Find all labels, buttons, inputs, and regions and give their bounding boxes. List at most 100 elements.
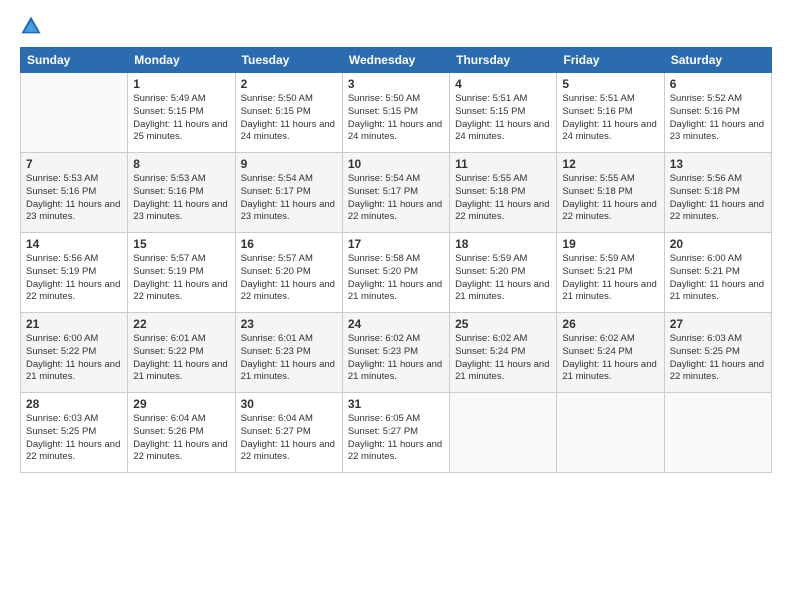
calendar-header-row: SundayMondayTuesdayWednesdayThursdayFrid… (21, 48, 772, 73)
calendar-day-cell: 26 Sunrise: 6:02 AMSunset: 5:24 PMDayligh… (557, 313, 664, 393)
day-number: 25 (455, 317, 551, 331)
weekday-header: Saturday (664, 48, 771, 73)
day-info: Sunrise: 5:56 AMSunset: 5:19 PMDaylight:… (26, 253, 122, 304)
day-info: Sunrise: 6:01 AMSunset: 5:22 PMDaylight:… (133, 333, 229, 384)
calendar-table: SundayMondayTuesdayWednesdayThursdayFrid… (20, 47, 772, 473)
calendar-week-row: 1Sunrise: 5:49 AMSunset: 5:15 PMDaylight… (21, 73, 772, 153)
weekday-header: Thursday (450, 48, 557, 73)
calendar-day-cell: 6 Sunrise: 5:52 AMSunset: 5:16 PMDaylight… (664, 73, 771, 153)
weekday-header: Tuesday (235, 48, 342, 73)
calendar-week-row: 14 Sunrise: 5:56 AMSunset: 5:19 PMDayligh… (21, 233, 772, 313)
day-number: 27 (670, 317, 766, 331)
day-info: Sunrise: 6:03 AMSunset: 5:25 PMDaylight:… (670, 333, 766, 384)
day-info: Sunrise: 5:55 AMSunset: 5:18 PMDaylight:… (562, 173, 658, 224)
day-info: Sunrise: 5:50 AMSunset: 5:15 PMDaylight:… (348, 93, 444, 144)
day-info: Sunrise: 6:05 AMSunset: 5:27 PMDaylight:… (348, 413, 444, 464)
calendar-day-cell (664, 393, 771, 473)
day-number: 20 (670, 237, 766, 251)
day-number: 15 (133, 237, 229, 251)
day-number: 17 (348, 237, 444, 251)
calendar-day-cell: 27 Sunrise: 6:03 AMSunset: 5:25 PMDayligh… (664, 313, 771, 393)
day-info: Sunrise: 6:02 AMSunset: 5:24 PMDaylight:… (455, 333, 551, 384)
calendar-day-cell: 9 Sunrise: 5:54 AMSunset: 5:17 PMDaylight… (235, 153, 342, 233)
calendar-week-row: 21 Sunrise: 6:00 AMSunset: 5:22 PMDayligh… (21, 313, 772, 393)
day-number: 21 (26, 317, 122, 331)
day-info: Sunrise: 5:54 AMSunset: 5:17 PMDaylight:… (241, 173, 337, 224)
day-info: Sunrise: 5:53 AMSunset: 5:16 PMDaylight:… (26, 173, 122, 224)
day-number: 3 (348, 77, 444, 91)
day-info: Sunrise: 5:49 AMSunset: 5:15 PMDaylight:… (133, 93, 229, 144)
calendar-day-cell: 21 Sunrise: 6:00 AMSunset: 5:22 PMDayligh… (21, 313, 128, 393)
day-number: 7 (26, 157, 122, 171)
day-number: 16 (241, 237, 337, 251)
weekday-header: Sunday (21, 48, 128, 73)
day-number: 8 (133, 157, 229, 171)
day-number: 26 (562, 317, 658, 331)
day-number: 5 (562, 77, 658, 91)
calendar-day-cell: 1Sunrise: 5:49 AMSunset: 5:15 PMDaylight… (128, 73, 235, 153)
calendar-day-cell: 18 Sunrise: 5:59 AMSunset: 5:20 PMDayligh… (450, 233, 557, 313)
calendar-day-cell: 20 Sunrise: 6:00 AMSunset: 5:21 PMDayligh… (664, 233, 771, 313)
day-info: Sunrise: 5:51 AMSunset: 5:16 PMDaylight:… (562, 93, 658, 144)
day-number: 4 (455, 77, 551, 91)
calendar-day-cell: 22 Sunrise: 6:01 AMSunset: 5:22 PMDayligh… (128, 313, 235, 393)
day-info: Sunrise: 5:57 AMSunset: 5:19 PMDaylight:… (133, 253, 229, 304)
day-number: 24 (348, 317, 444, 331)
logo (20, 15, 46, 37)
calendar-day-cell (450, 393, 557, 473)
day-number: 14 (26, 237, 122, 251)
calendar-day-cell: 16 Sunrise: 5:57 AMSunset: 5:20 PMDayligh… (235, 233, 342, 313)
day-number: 10 (348, 157, 444, 171)
weekday-header: Monday (128, 48, 235, 73)
day-info: Sunrise: 6:02 AMSunset: 5:24 PMDaylight:… (562, 333, 658, 384)
day-info: Sunrise: 5:52 AMSunset: 5:16 PMDaylight:… (670, 93, 766, 144)
day-info: Sunrise: 6:03 AMSunset: 5:25 PMDaylight:… (26, 413, 122, 464)
calendar-day-cell: 5 Sunrise: 5:51 AMSunset: 5:16 PMDaylight… (557, 73, 664, 153)
day-number: 13 (670, 157, 766, 171)
day-info: Sunrise: 6:00 AMSunset: 5:21 PMDaylight:… (670, 253, 766, 304)
day-number: 22 (133, 317, 229, 331)
day-number: 9 (241, 157, 337, 171)
weekday-header: Wednesday (342, 48, 449, 73)
day-number: 18 (455, 237, 551, 251)
calendar-day-cell: 8 Sunrise: 5:53 AMSunset: 5:16 PMDaylight… (128, 153, 235, 233)
day-info: Sunrise: 6:04 AMSunset: 5:26 PMDaylight:… (133, 413, 229, 464)
day-number: 6 (670, 77, 766, 91)
day-info: Sunrise: 5:57 AMSunset: 5:20 PMDaylight:… (241, 253, 337, 304)
weekday-header: Friday (557, 48, 664, 73)
day-info: Sunrise: 5:59 AMSunset: 5:21 PMDaylight:… (562, 253, 658, 304)
day-number: 11 (455, 157, 551, 171)
day-number: 19 (562, 237, 658, 251)
day-number: 28 (26, 397, 122, 411)
day-info: Sunrise: 5:51 AMSunset: 5:15 PMDaylight:… (455, 93, 551, 144)
calendar-day-cell: 13 Sunrise: 5:56 AMSunset: 5:18 PMDayligh… (664, 153, 771, 233)
day-info: Sunrise: 6:00 AMSunset: 5:22 PMDaylight:… (26, 333, 122, 384)
logo-icon (20, 15, 42, 37)
day-info: Sunrise: 6:02 AMSunset: 5:23 PMDaylight:… (348, 333, 444, 384)
calendar-day-cell: 25 Sunrise: 6:02 AMSunset: 5:24 PMDayligh… (450, 313, 557, 393)
day-info: Sunrise: 5:50 AMSunset: 5:15 PMDaylight:… (241, 93, 337, 144)
day-info: Sunrise: 5:59 AMSunset: 5:20 PMDaylight:… (455, 253, 551, 304)
day-number: 2 (241, 77, 337, 91)
calendar-day-cell: 23 Sunrise: 6:01 AMSunset: 5:23 PMDayligh… (235, 313, 342, 393)
day-info: Sunrise: 5:53 AMSunset: 5:16 PMDaylight:… (133, 173, 229, 224)
calendar-day-cell: 28 Sunrise: 6:03 AMSunset: 5:25 PMDayligh… (21, 393, 128, 473)
page: SundayMondayTuesdayWednesdayThursdayFrid… (0, 0, 792, 612)
calendar-day-cell: 12Sunrise: 5:55 AMSunset: 5:18 PMDayligh… (557, 153, 664, 233)
day-info: Sunrise: 5:58 AMSunset: 5:20 PMDaylight:… (348, 253, 444, 304)
calendar-day-cell: 3 Sunrise: 5:50 AMSunset: 5:15 PMDaylight… (342, 73, 449, 153)
calendar-day-cell: 19 Sunrise: 5:59 AMSunset: 5:21 PMDayligh… (557, 233, 664, 313)
day-info: Sunrise: 5:56 AMSunset: 5:18 PMDaylight:… (670, 173, 766, 224)
calendar-day-cell: 30Sunrise: 6:04 AMSunset: 5:27 PMDayligh… (235, 393, 342, 473)
day-info: Sunrise: 6:01 AMSunset: 5:23 PMDaylight:… (241, 333, 337, 384)
day-info: Sunrise: 5:55 AMSunset: 5:18 PMDaylight:… (455, 173, 551, 224)
day-number: 23 (241, 317, 337, 331)
day-number: 30 (241, 397, 337, 411)
calendar-week-row: 7 Sunrise: 5:53 AMSunset: 5:16 PMDaylight… (21, 153, 772, 233)
calendar-week-row: 28 Sunrise: 6:03 AMSunset: 5:25 PMDayligh… (21, 393, 772, 473)
header (20, 15, 772, 37)
calendar-day-cell: 15 Sunrise: 5:57 AMSunset: 5:19 PMDayligh… (128, 233, 235, 313)
day-info: Sunrise: 5:54 AMSunset: 5:17 PMDaylight:… (348, 173, 444, 224)
calendar-day-cell: 7 Sunrise: 5:53 AMSunset: 5:16 PMDaylight… (21, 153, 128, 233)
calendar-day-cell (557, 393, 664, 473)
